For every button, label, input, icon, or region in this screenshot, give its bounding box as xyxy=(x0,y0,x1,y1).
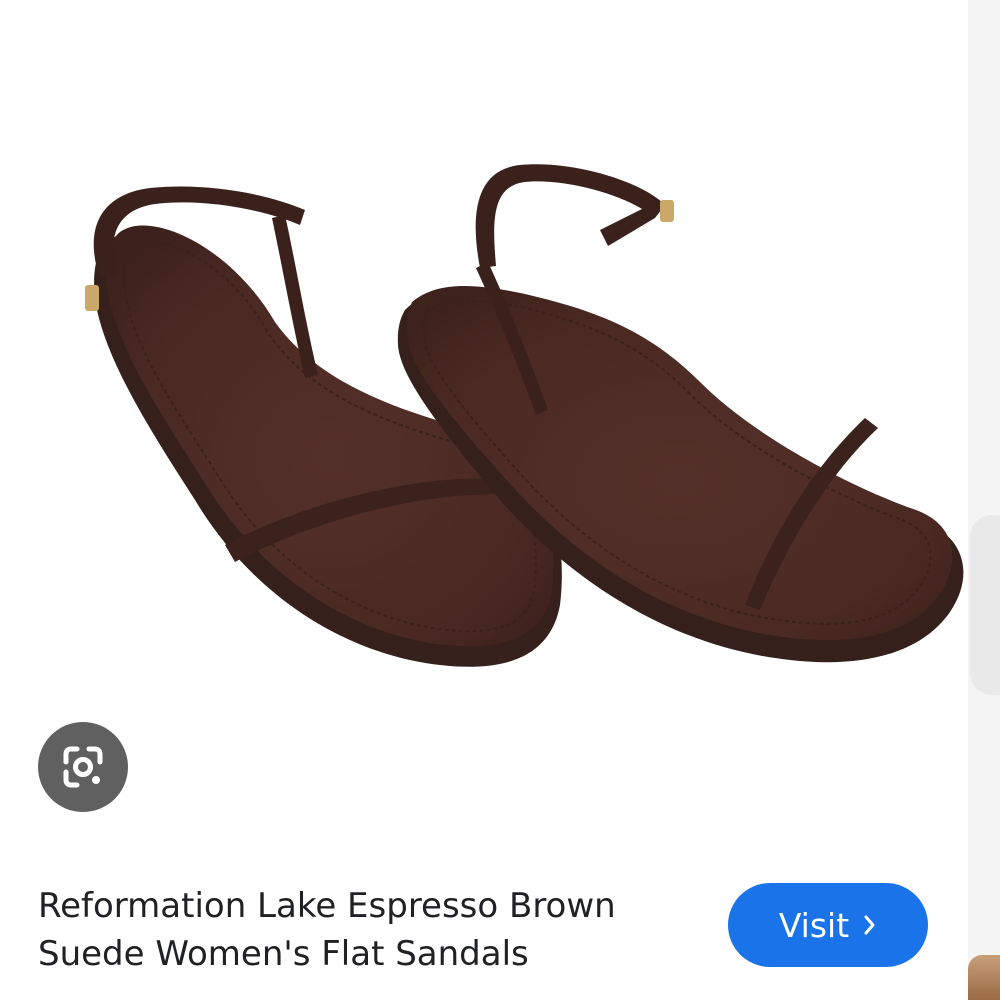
google-lens-button[interactable] xyxy=(38,722,128,812)
chevron-right-icon xyxy=(863,913,877,937)
next-result-peek[interactable] xyxy=(970,515,1000,695)
next-result-thumbnail[interactable] xyxy=(968,955,1000,1000)
cut-off-text-line xyxy=(38,992,678,1000)
product-title[interactable]: Reformation Lake Espresso Brown Suede Wo… xyxy=(38,882,698,978)
visit-label: Visit xyxy=(778,905,850,945)
google-lens-icon xyxy=(63,746,103,788)
product-title-line-2: Suede Women's Flat Sandals xyxy=(38,934,529,974)
product-image[interactable] xyxy=(0,0,968,700)
right-gutter xyxy=(968,0,1000,1000)
visit-button[interactable]: Visit xyxy=(728,883,928,967)
product-title-line-1: Reformation Lake Espresso Brown xyxy=(38,886,616,926)
image-result-page: Reformation Lake Espresso Brown Suede Wo… xyxy=(0,0,1000,1000)
